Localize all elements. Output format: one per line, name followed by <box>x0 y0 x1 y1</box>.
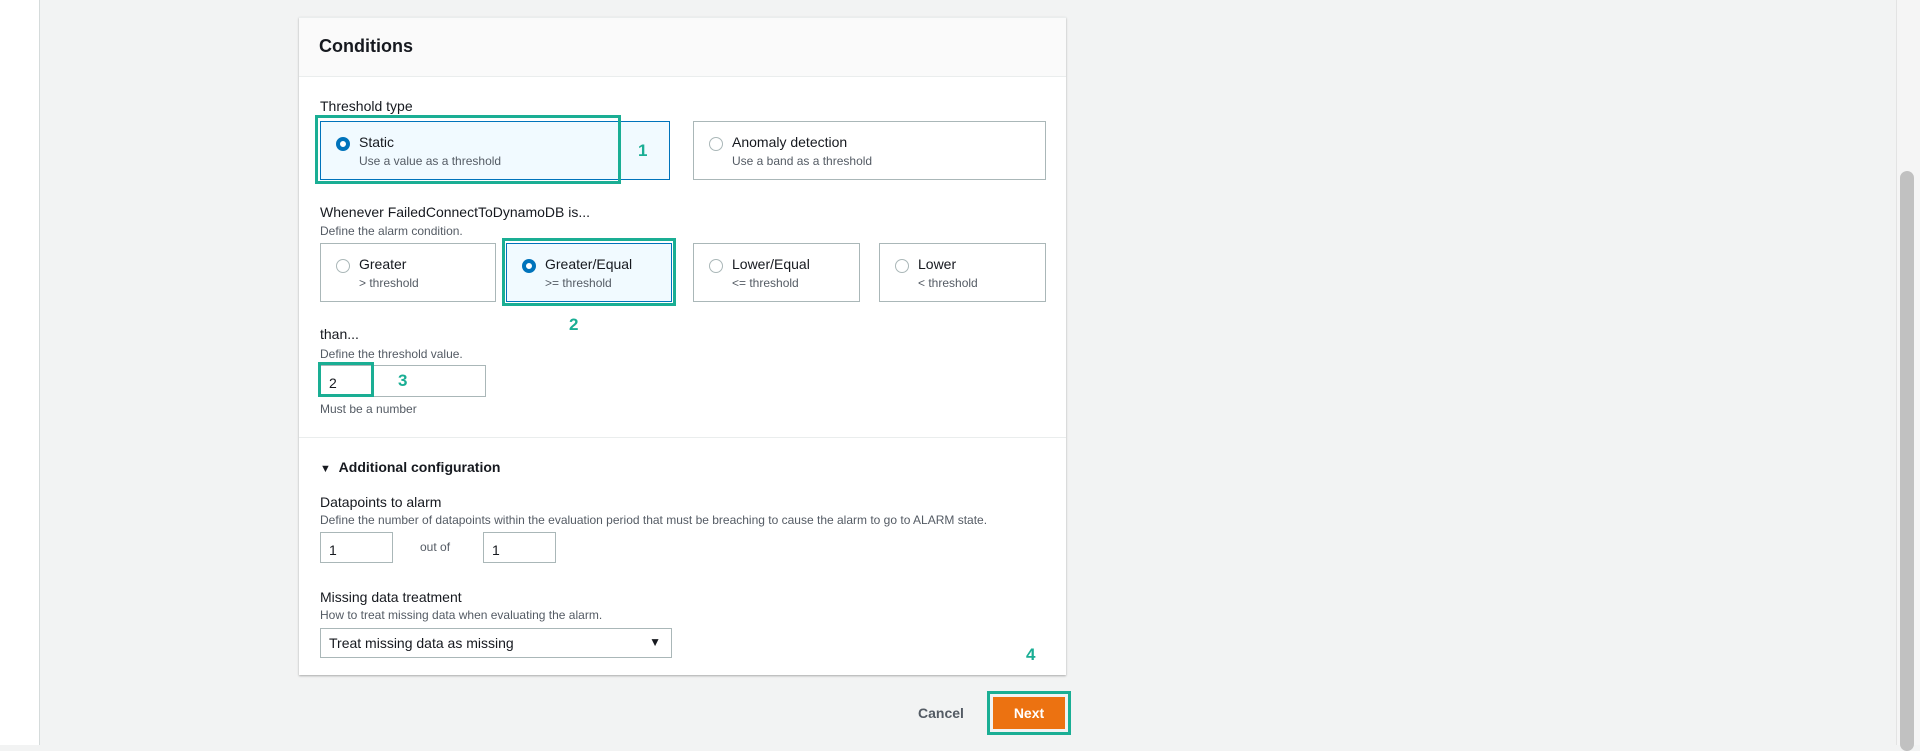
additional-config-toggle[interactable]: ▼ Additional configuration <box>320 459 500 475</box>
panel-title: Conditions <box>319 36 413 56</box>
option-label: Greater <box>359 256 407 272</box>
cancel-button[interactable]: Cancel <box>918 705 964 721</box>
whenever-label: Whenever FailedConnectToDynamoDB is... <box>320 204 591 220</box>
scrollbar-thumb[interactable] <box>1900 171 1914 751</box>
highlight-box-2 <box>502 238 676 306</box>
radio[interactable] <box>709 137 723 151</box>
threshold-anomaly-option[interactable]: Anomaly detection Use a band as a thresh… <box>693 121 1046 180</box>
datapoints-desc: Define the number of datapoints within t… <box>320 513 988 527</box>
missing-data-desc: How to treat missing data when evaluatin… <box>320 608 603 622</box>
highlight-box-1 <box>315 115 621 184</box>
option-label: Lower <box>918 256 957 272</box>
option-desc: > threshold <box>359 276 419 290</box>
out-of-label: out of <box>420 540 451 554</box>
annotation-2: 2 <box>569 315 579 334</box>
annotation-1: 1 <box>638 141 648 160</box>
highlight-box-4 <box>987 691 1071 735</box>
toggle-label: Additional configuration <box>338 459 501 475</box>
option-label: Lower/Equal <box>732 256 810 272</box>
whenever-desc: Define the alarm condition. <box>320 224 463 238</box>
evaluation-periods-input[interactable]: 1 <box>483 532 556 563</box>
threshold-type-label: Threshold type <box>320 98 413 114</box>
condition-lower-equal-option[interactable]: Lower/Equal <= threshold <box>693 243 860 302</box>
caret-down-icon: ▼ <box>320 463 331 475</box>
condition-lower-option[interactable]: Lower < threshold <box>879 243 1046 302</box>
datapoints-input[interactable]: 1 <box>320 532 393 563</box>
missing-data-select[interactable]: Treat missing data as missing ▼ <box>320 628 672 658</box>
than-desc: Define the threshold value. <box>320 347 463 361</box>
annotation-4: 4 <box>1026 645 1036 664</box>
condition-greater-option[interactable]: Greater > threshold <box>320 243 496 302</box>
datapoints-label: Datapoints to alarm <box>320 494 442 510</box>
divider <box>299 437 1066 438</box>
threshold-hint: Must be a number <box>320 402 417 416</box>
left-panel <box>0 0 40 745</box>
option-desc: < threshold <box>918 276 978 290</box>
radio[interactable] <box>895 259 909 273</box>
option-desc: Use a band as a threshold <box>732 154 873 168</box>
highlight-box-3 <box>318 362 374 397</box>
radio[interactable] <box>709 259 723 273</box>
option-label: Anomaly detection <box>732 134 848 150</box>
caret-down-icon: ▼ <box>649 635 661 649</box>
option-desc: <= threshold <box>732 276 799 290</box>
select-value: Treat missing data as missing <box>329 635 514 651</box>
missing-data-label: Missing data treatment <box>320 589 462 605</box>
annotation-3: 3 <box>398 371 408 390</box>
than-label: than... <box>320 326 359 342</box>
radio[interactable] <box>336 259 350 273</box>
panel-header: Conditions <box>299 18 1066 77</box>
